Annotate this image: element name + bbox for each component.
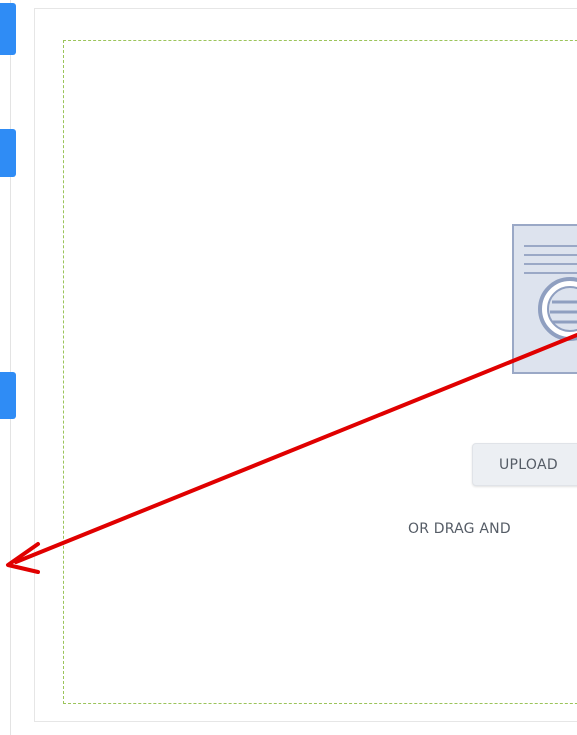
drag-drop-hint: OR DRAG AND: [408, 521, 511, 537]
left-sidebar: [0, 0, 16, 735]
document-icon: [512, 224, 577, 374]
file-dropzone[interactable]: [63, 40, 577, 704]
page: UPLOAD OR DRAG AND: [0, 0, 577, 735]
sidebar-tab-2[interactable]: [0, 129, 16, 177]
upload-button[interactable]: UPLOAD: [472, 443, 577, 486]
sidebar-tab-3[interactable]: [0, 372, 16, 419]
sidebar-tab-1[interactable]: [0, 3, 16, 55]
